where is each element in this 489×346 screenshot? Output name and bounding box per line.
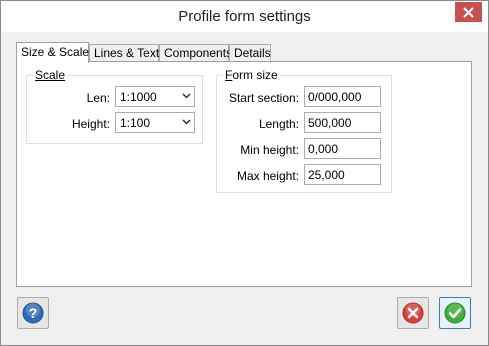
form-size-group: Form size Start section: 0/000,000 Lengt…	[216, 68, 392, 193]
scale-group-legend: Scale	[33, 68, 68, 82]
chevron-down-icon	[182, 119, 191, 125]
tab-details[interactable]: Details	[229, 44, 271, 61]
cancel-icon	[402, 302, 424, 324]
len-scale-select[interactable]: 1:1000	[115, 86, 195, 107]
ok-button[interactable]	[439, 297, 471, 329]
close-icon	[463, 6, 474, 18]
svg-text:?: ?	[29, 305, 38, 321]
window-title: Profile form settings	[178, 8, 311, 25]
length-field[interactable]: 500,000	[304, 112, 381, 133]
height-label: Height:	[71, 117, 110, 131]
tab-components[interactable]: Components	[159, 44, 232, 61]
checkmark-icon	[444, 302, 466, 324]
help-button[interactable]: ?	[17, 297, 49, 329]
len-label: Len:	[86, 91, 110, 105]
max-height-field[interactable]: 25,000	[304, 164, 381, 185]
tab-panel-size-scale: Scale Len: 1:1000 Height: 1:100 Form siz…	[16, 61, 472, 287]
length-label: Length:	[258, 117, 299, 131]
help-icon: ?	[22, 302, 44, 324]
scale-legend-text: Scale	[35, 68, 66, 82]
chevron-down-icon	[182, 93, 191, 99]
form-size-group-legend: Form size	[223, 68, 280, 82]
len-scale-value: 1:1000	[120, 90, 157, 104]
height-scale-value: 1:100	[120, 116, 151, 130]
dialog-window: Profile form settings Size & Scale Lines…	[0, 0, 489, 346]
tab-lines-text[interactable]: Lines & Text	[89, 44, 159, 61]
min-height-label: Min height:	[240, 143, 299, 157]
title-bar: Profile form settings	[1, 1, 488, 32]
scale-group: Scale Len: 1:1000 Height: 1:100	[26, 68, 203, 144]
start-section-label: Start section:	[228, 91, 299, 105]
height-scale-select[interactable]: 1:100	[115, 112, 195, 133]
cancel-button[interactable]	[397, 297, 429, 329]
max-height-label: Max height:	[236, 169, 299, 183]
start-section-field[interactable]: 0/000,000	[304, 86, 381, 107]
form-size-legend-text: Form size	[225, 68, 278, 82]
min-height-field[interactable]: 0,000	[304, 138, 381, 159]
window-close-button[interactable]	[455, 2, 482, 22]
tab-size-scale[interactable]: Size & Scale	[16, 42, 89, 63]
